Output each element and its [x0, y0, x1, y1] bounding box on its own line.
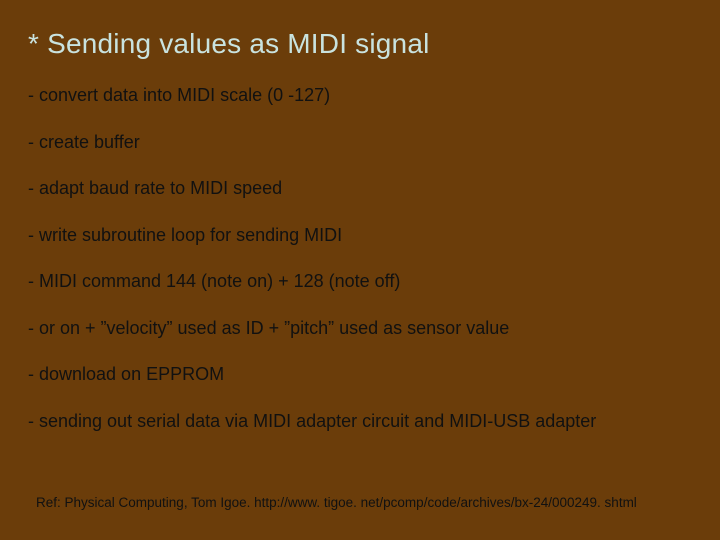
- bullet-item: - adapt baud rate to MIDI speed: [28, 177, 692, 200]
- slide-title: * Sending values as MIDI signal: [28, 28, 692, 60]
- slide: * Sending values as MIDI signal - conver…: [0, 0, 720, 540]
- bullet-item: - write subroutine loop for sending MIDI: [28, 224, 692, 247]
- bullet-item: - create buffer: [28, 131, 692, 154]
- bullet-item: - download on EPPROM: [28, 363, 692, 386]
- bullet-item: - sending out serial data via MIDI adapt…: [28, 410, 692, 433]
- bullet-item: - MIDI command 144 (note on) + 128 (note…: [28, 270, 692, 293]
- bullet-item: - or on + ”velocity” used as ID + ”pitch…: [28, 317, 692, 340]
- reference-text: Ref: Physical Computing, Tom Igoe. http:…: [36, 495, 637, 510]
- bullet-item: - convert data into MIDI scale (0 -127): [28, 84, 692, 107]
